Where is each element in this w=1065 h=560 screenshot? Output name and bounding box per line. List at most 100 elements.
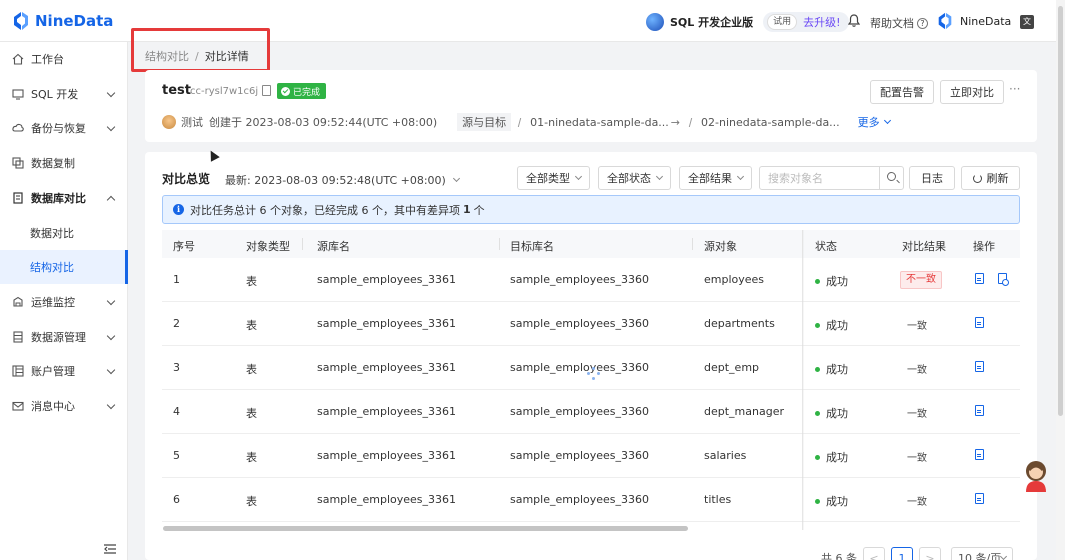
refresh-button[interactable]: 刷新: [961, 166, 1020, 190]
view-sql-icon[interactable]: [998, 273, 1009, 286]
result-tag-consistent: 一致: [907, 453, 927, 464]
sidebar-item-replication[interactable]: 数据复制: [0, 146, 128, 180]
fixed-column-shadow: [802, 230, 804, 530]
help-label: 帮助文档: [870, 17, 914, 30]
success-dot-icon: [815, 278, 820, 284]
source-target-label: 源与目标: [457, 113, 512, 131]
compare-now-button[interactable]: 立即对比: [940, 80, 1004, 104]
arrow-right-icon: →: [670, 115, 681, 129]
result-filter-value: 全部结果: [688, 172, 732, 185]
table-header: 序号 对象类型 源库名 目标库名 源对象 状态 对比结果 操作: [162, 230, 1020, 258]
log-button[interactable]: 日志: [909, 166, 955, 190]
prev-page-button[interactable]: <: [863, 547, 885, 560]
success-dot-icon: [815, 454, 820, 460]
cell-source-object: employees: [704, 273, 765, 286]
result-tag-consistent: 一致: [907, 497, 927, 508]
cell-status: 成功: [815, 317, 848, 333]
sidebar-item-label: 消息中心: [31, 400, 75, 413]
table-row: 4 表 sample_employees_3361 sample_employe…: [162, 390, 1020, 434]
success-dot-icon: [815, 498, 820, 504]
page-number-button[interactable]: 1: [891, 547, 913, 560]
annotation-highlight-box: [131, 28, 270, 72]
chevron-up-icon: [106, 195, 116, 205]
cell-status: 成功: [815, 405, 848, 421]
copy-icon[interactable]: [262, 85, 271, 96]
type-filter-select[interactable]: 全部类型: [517, 166, 590, 190]
target-datasource[interactable]: 02-ninedata-sample-da...: [701, 116, 840, 129]
sidebar-item-label: 工作台: [31, 53, 64, 66]
bell-icon[interactable]: [848, 14, 860, 27]
task-id: cc-rysl7w1c6j: [190, 86, 259, 97]
collapse-sidebar-icon[interactable]: [104, 544, 116, 554]
more-link[interactable]: 更多: [858, 114, 891, 130]
cell-target-db: sample_employees_3360: [510, 273, 650, 286]
edition-switcher[interactable]: SQL 开发企业版 试用 去升级!: [646, 12, 849, 32]
sql-icon: [12, 89, 24, 100]
cell-no: 2: [173, 317, 180, 330]
summary-suffix: 个: [473, 203, 485, 217]
cell-target-db: sample_employees_3360: [510, 361, 650, 374]
column-header: 源对象: [704, 240, 737, 253]
refresh-label: 刷新: [986, 172, 1009, 185]
chevron-down-icon: [106, 122, 116, 132]
status-text: 成功: [826, 275, 848, 288]
result-filter-select[interactable]: 全部结果: [679, 166, 752, 190]
monitor-icon: [13, 296, 23, 307]
view-detail-icon[interactable]: [975, 317, 984, 328]
sidebar-item-label: 数据源管理: [31, 331, 86, 344]
cell-status: 成功: [815, 361, 848, 377]
cell-type: 表: [246, 363, 257, 376]
sidebar-item-backup[interactable]: 备份与恢复: [0, 111, 128, 145]
sidebar-item-data-compare[interactable]: 数据对比: [0, 216, 128, 250]
view-detail-icon[interactable]: [975, 449, 984, 460]
cell-source-object: departments: [704, 317, 775, 330]
logo[interactable]: NineData: [11, 11, 113, 31]
view-detail-icon[interactable]: [975, 493, 984, 504]
language-icon[interactable]: 文: [1020, 15, 1034, 29]
status-badge: 已完成: [277, 83, 327, 99]
help-docs-link[interactable]: 帮助文档 ?: [870, 15, 928, 31]
success-dot-icon: [815, 410, 820, 416]
sidebar-item-datasource[interactable]: 数据源管理: [0, 320, 128, 354]
task-meta-row: 测试 创建于 2023-08-03 09:52:44(UTC +08:00) 源…: [162, 113, 1022, 131]
type-filter-value: 全部类型: [526, 172, 570, 185]
page-size-value: 10 条/页: [958, 552, 1002, 560]
sidebar-item-messages[interactable]: 消息中心: [0, 389, 128, 423]
sidebar-item-sql-dev[interactable]: SQL 开发: [0, 77, 128, 111]
cell-no: 6: [173, 493, 180, 506]
status-filter-select[interactable]: 全部状态: [598, 166, 671, 190]
view-detail-icon[interactable]: [975, 405, 984, 416]
search-input[interactable]: [760, 167, 878, 189]
next-page-button[interactable]: >: [919, 547, 941, 560]
sidebar-item-account[interactable]: 账户管理: [0, 354, 128, 388]
more-actions-icon[interactable]: ···: [1009, 82, 1020, 96]
user-menu[interactable]: NineData: [936, 12, 1011, 30]
upgrade-link[interactable]: 去升级!: [803, 14, 840, 30]
cell-source-db: sample_employees_3361: [317, 273, 457, 286]
view-detail-icon[interactable]: [975, 361, 984, 372]
sidebar-item-workbench[interactable]: 工作台: [0, 42, 128, 76]
cell-no: 5: [173, 449, 180, 462]
configure-alert-button[interactable]: 配置告警: [870, 80, 934, 104]
chevron-down-icon: [106, 331, 116, 341]
horizontal-scrollbar[interactable]: [163, 526, 688, 531]
column-divider: [302, 238, 303, 250]
column-header: 对比结果: [902, 240, 946, 253]
ninedata-logo-icon: [14, 12, 28, 30]
source-datasource[interactable]: 01-ninedata-sample-da...: [530, 116, 669, 129]
view-detail-icon[interactable]: [975, 273, 984, 284]
trial-pill[interactable]: 试用 去升级!: [763, 12, 849, 32]
sidebar-item-structure-compare[interactable]: 结构对比: [0, 250, 128, 284]
sidebar-item-monitor[interactable]: 运维监控: [0, 285, 128, 319]
status-filter-value: 全部状态: [607, 172, 651, 185]
mail-icon: [12, 401, 24, 411]
sidebar-item-label: 运维监控: [31, 296, 75, 309]
page-size-select[interactable]: 10 条/页: [951, 547, 1013, 560]
search-button[interactable]: [879, 167, 903, 189]
cell-status: 成功: [815, 449, 848, 465]
vertical-scrollbar[interactable]: [1056, 0, 1065, 560]
scrollbar-thumb[interactable]: [1058, 6, 1063, 416]
sidebar-item-db-compare[interactable]: 数据库对比: [0, 181, 128, 215]
assistant-avatar-icon[interactable]: [1022, 458, 1050, 492]
latest-run-select[interactable]: 最新: 2023-08-03 09:52:48(UTC +08:00): [225, 172, 460, 188]
